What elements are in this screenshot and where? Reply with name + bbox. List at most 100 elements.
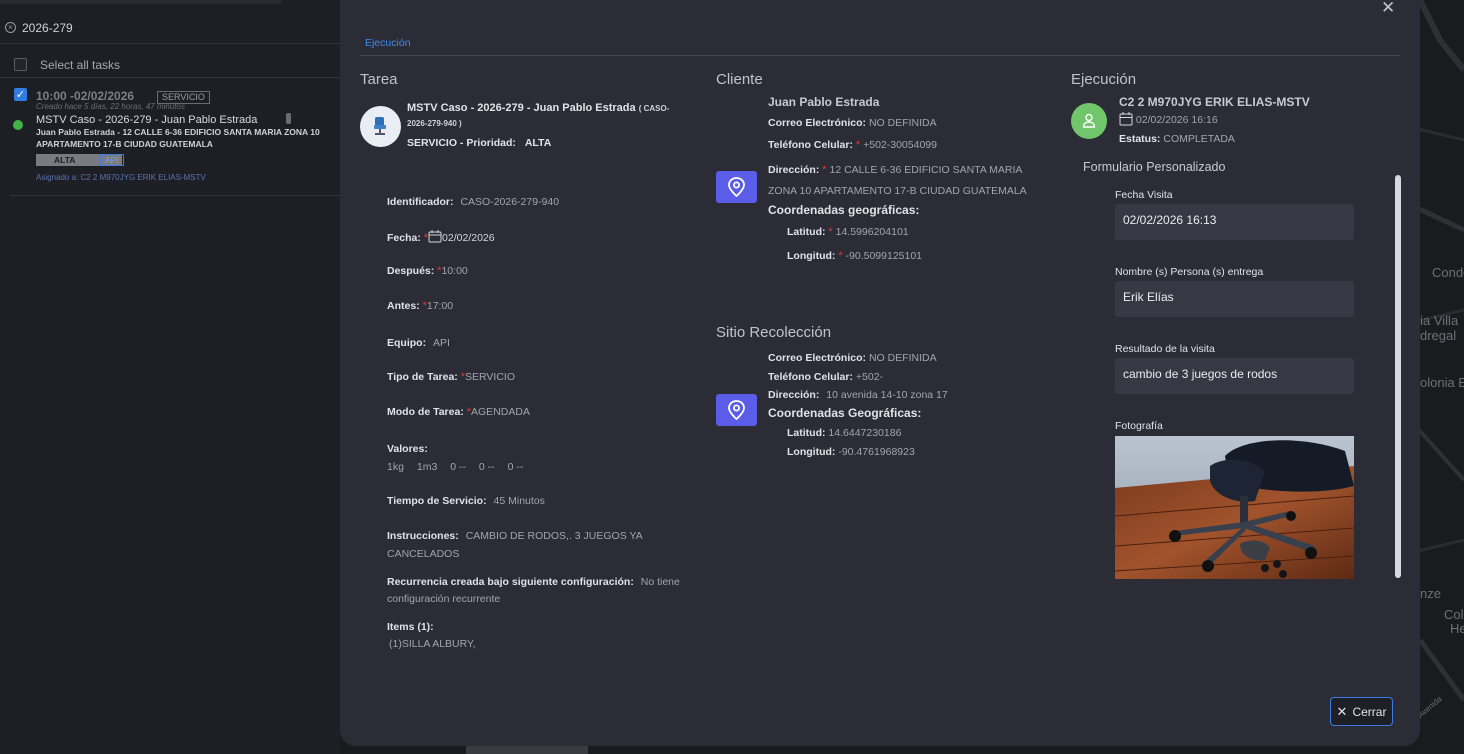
field-value: 02/02/2026 (442, 232, 495, 244)
field-value: API (433, 337, 450, 349)
field-label: Después: (387, 265, 435, 277)
field-label: Tipo de Tarea: (387, 371, 458, 383)
client-lng: Longitud: * -90.5099125101 (787, 250, 922, 262)
field-label: Dirección: (768, 389, 820, 401)
field-recurrencia-cont: configuración recurrente (387, 593, 501, 605)
field-value: 17:00 (426, 300, 454, 312)
field-label: Correo Electrónico: (768, 117, 867, 129)
task-type-label: SERVICIO - Prioridad: (407, 137, 516, 149)
task-address: Juan Pablo Estrada - 12 CALLE 6-36 EDIFI… (36, 127, 320, 149)
task-search-row[interactable]: × 2026-279 (0, 12, 340, 44)
client-name: Juan Pablo Estrada (768, 95, 880, 109)
tab-bar: Ejecución (360, 37, 1400, 56)
field-label: Antes: (387, 300, 420, 312)
location-pin-icon (728, 177, 745, 197)
visit-photo[interactable] (1115, 436, 1354, 579)
field-label: Identificador: (387, 196, 454, 208)
field-value: 14.5996204101 (835, 226, 909, 238)
clear-search-icon[interactable]: × (5, 22, 16, 33)
field-value: +502- (855, 371, 884, 383)
items-list: (1)SILLA ALBURY, (389, 638, 476, 650)
client-location-pin[interactable] (716, 171, 757, 203)
search-value[interactable]: 2026-279 (22, 21, 73, 35)
field-value: 12 CALLE 6-36 EDIFICIO SANTA MARIA (829, 164, 1023, 176)
field-value: CASO-2026-279-940 (460, 196, 560, 208)
field-value: SERVICIO (465, 371, 515, 383)
chair-icon (374, 117, 386, 135)
client-coords-title: Coordenadas geográficas: (768, 203, 920, 217)
field-label: Teléfono Celular: (768, 139, 853, 151)
close-icon[interactable]: ✕ (1381, 0, 1395, 18)
field-label: Items (1): (387, 621, 434, 633)
task-list-panel: × 2026-279 Select all tasks ✓ 10:00 -02/… (0, 0, 340, 754)
field-instrucciones-cont: CANCELADOS (387, 548, 460, 560)
map-label: He (1450, 621, 1464, 636)
team-badge: API (100, 154, 124, 166)
field-identificador: Identificador: CASO-2026-279-940 (387, 196, 559, 208)
field-value: No tiene (640, 576, 680, 588)
task-detail-modal: ✕ Ejecución Tarea MSTV Caso - 2026-279 -… (340, 0, 1420, 746)
form-field-persona-entrega[interactable]: Erik Elías (1115, 281, 1354, 317)
field-fecha: Fecha: * 02/02/2026 (387, 230, 495, 244)
close-icon: ✕ (1336, 703, 1348, 719)
task-created: Creado hace 5 días, 22 horas, 47 minutos (36, 102, 185, 111)
required-mark: * (828, 226, 833, 238)
field-label: Latitud: (787, 226, 826, 238)
required-mark: * (822, 164, 827, 176)
required-mark: * (838, 250, 843, 262)
task-list-item[interactable]: ✓ 10:00 -02/02/2026 SERVICIO Creado hace… (10, 80, 340, 196)
agent-name: C2 2 M970JYG ERIK ELIAS-MSTV (1119, 95, 1310, 109)
client-email: Correo Electrónico: NO DEFINIDA (768, 117, 937, 129)
drag-handle-icon[interactable] (286, 113, 291, 124)
field-label: Correo Electrónico: (768, 352, 867, 364)
site-phone: Teléfono Celular: +502- (768, 371, 883, 383)
field-tiempo-servicio: Tiempo de Servicio: 45 Minutos (387, 495, 545, 507)
client-lat: Latitud: * 14.5996204101 (787, 226, 909, 238)
field-value: CAMBIO DE RODOS,. 3 JUEGOS YA (465, 530, 643, 542)
form-scrollbar[interactable] (1395, 175, 1401, 578)
execution-status: Estatus: COMPLETADA (1119, 133, 1235, 145)
valor-item: 1kg (387, 461, 404, 473)
form-field-resultado[interactable]: cambio de 3 juegos de rodos (1115, 358, 1354, 394)
field-value: 10:00 (441, 265, 468, 277)
valor-item: 1m3 (416, 461, 438, 473)
site-lng: Longitud: -90.4761968923 (787, 446, 915, 458)
cerrar-label: Cerrar (1352, 704, 1387, 719)
task-title-name: MSTV Caso - 2026-279 - Juan Pablo Estrad… (407, 102, 636, 114)
task-checkbox[interactable]: ✓ (14, 88, 27, 101)
field-value: NO DEFINIDA (868, 352, 937, 364)
field-value: 10 avenida 14-10 zona 17 (826, 389, 948, 401)
map-label: Condo (1432, 265, 1464, 280)
form-field-label: Fotografía (1115, 420, 1163, 432)
form-field-label: Resultado de la visita (1115, 343, 1215, 355)
field-instrucciones: Instrucciones: CAMBIO DE RODOS,. 3 JUEGO… (387, 530, 643, 542)
valor-item: 0 -- (507, 461, 524, 473)
field-despues: Después: *10:00 (387, 265, 468, 277)
user-icon (1082, 113, 1096, 128)
field-label: Instrucciones: (387, 530, 459, 542)
form-field-label: Fecha Visita (1115, 189, 1173, 201)
task-status-dot (13, 120, 23, 130)
site-coords-title: Coordenadas Geográficas: (768, 406, 922, 420)
field-label: Latitud: (787, 427, 826, 439)
field-label: Longitud: (787, 250, 836, 262)
field-value: -90.5099125101 (845, 250, 923, 262)
panel-top-bar (0, 0, 282, 4)
custom-form-title: Formulario Personalizado (1083, 160, 1226, 174)
field-label: Equipo: (387, 337, 427, 349)
cerrar-button[interactable]: ✕ Cerrar (1330, 697, 1393, 726)
tab-ejecucion[interactable]: Ejecución (365, 37, 411, 49)
form-field-fecha-visita[interactable]: 02/02/2026 16:13 (1115, 204, 1354, 240)
site-lat: Latitud: 14.6447230186 (787, 427, 901, 439)
field-label: Recurrencia creada bajo siguiente config… (387, 576, 634, 588)
section-title-cliente: Cliente (716, 71, 763, 88)
field-recurrencia: Recurrencia creada bajo siguiente config… (387, 576, 680, 588)
select-all-checkbox[interactable] (14, 58, 27, 71)
site-location-pin[interactable] (716, 394, 757, 426)
task-type-priority: SERVICIO - Prioridad: ALTA (407, 137, 551, 149)
select-all-row[interactable]: Select all tasks (0, 52, 340, 78)
valor-item: 0 -- (478, 461, 495, 473)
execution-datetime: 02/02/2026 16:16 (1119, 112, 1218, 126)
required-mark: * (855, 139, 861, 151)
field-value: NO DEFINIDA (868, 117, 937, 129)
